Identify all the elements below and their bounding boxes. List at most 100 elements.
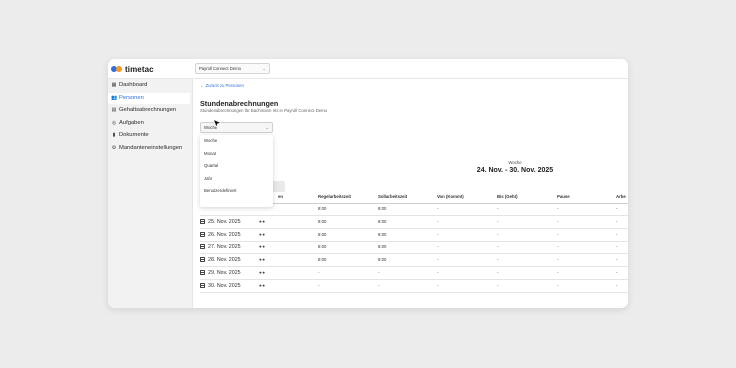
- people-icon: 👥: [111, 95, 118, 101]
- regelarbeitszeit-cell: 8:00: [318, 244, 327, 249]
- table-icon: ▤: [111, 107, 117, 113]
- row-action-icons[interactable]: ●●: [259, 267, 266, 279]
- sollarbeitszeit-cell: 8:00: [378, 219, 387, 224]
- chevron-down-icon: ⌄: [265, 125, 269, 130]
- back-link[interactable]: ← Zurück zu Personen: [200, 83, 244, 88]
- sidebar-item-dashboard[interactable]: ▦ Dashboard: [108, 80, 190, 91]
- arbeitszeit-cell: -: [616, 283, 618, 288]
- chevron-down-icon: ⌄: [262, 66, 266, 71]
- row-action-icons[interactable]: ●●: [259, 241, 266, 253]
- bis-cell: -: [497, 257, 499, 262]
- column-header: en: [278, 194, 284, 199]
- regelarbeitszeit-cell: 8:00: [318, 219, 327, 224]
- sidebar-item-label: Gehaltsabrechnungen: [119, 107, 177, 113]
- sidebar-item-label: Dashboard: [119, 82, 148, 88]
- bis-cell: -: [497, 244, 499, 249]
- row-action-icons[interactable]: ●●: [259, 280, 266, 292]
- regelarbeitszeit-cell: 8:00: [318, 257, 327, 262]
- arbeitszeit-cell: -: [616, 206, 618, 211]
- bis-cell: -: [497, 206, 499, 211]
- column-header: Regelarbeitszeit: [318, 194, 351, 199]
- sidebar-item-mandanteneinstellungen[interactable]: ⚙ Mandanteneinstellungen: [108, 143, 190, 154]
- sidebar-item-label: Dokumente: [119, 132, 149, 138]
- pause-cell: -: [557, 219, 559, 224]
- date-cell: 28. Nov. 2025: [200, 254, 241, 266]
- dropdown-option-benutzerdefiniert[interactable]: Benutzerdefiniert: [200, 185, 273, 198]
- pause-cell: -: [557, 232, 559, 237]
- row-action-icons[interactable]: ●●: [259, 216, 266, 228]
- column-header: Von (Kommt): [437, 194, 464, 199]
- sidebar-item-label: Aufgaben: [119, 120, 144, 126]
- pause-cell: -: [557, 244, 559, 249]
- sidebar-item-personen[interactable]: 👥 Personen: [108, 93, 190, 104]
- table-row[interactable]: 30. Nov. 2025 ●● - - - - - -: [200, 280, 628, 293]
- date-text: 29. Nov. 2025: [208, 270, 241, 276]
- date-cell: 25. Nov. 2025: [200, 216, 241, 228]
- regelarbeitszeit-cell: 8:00: [318, 232, 327, 237]
- logo[interactable]: timetac: [111, 64, 154, 74]
- table-row[interactable]: 27. Nov. 2025 ●● 8:00 8:00 - - - -: [200, 241, 628, 254]
- sidebar-item-aufgaben[interactable]: ◎ Aufgaben: [108, 118, 190, 129]
- table-row[interactable]: 29. Nov. 2025 ●● - - - - - -: [200, 267, 628, 280]
- calendar-icon: [200, 269, 205, 275]
- calendar-icon: [200, 243, 205, 249]
- date-text: 26. Nov. 2025: [208, 232, 241, 238]
- calendar-icon: [200, 282, 205, 288]
- date-cell: 29. Nov. 2025: [200, 267, 241, 279]
- main-content: ← Zurück zu Personen Stundenabrechnungen…: [193, 79, 628, 308]
- von-cell: -: [437, 206, 439, 211]
- gear-icon: ⚙: [111, 145, 117, 151]
- top-bar: timetac Payroll Connect Demo ⌄: [108, 59, 628, 79]
- date-text: 25. Nov. 2025: [208, 219, 241, 225]
- date-text: 30. Nov. 2025: [208, 283, 241, 289]
- sidebar-item-gehaltsabrechnungen[interactable]: ▤ Gehaltsabrechnungen: [108, 105, 190, 116]
- dropdown-option-woche[interactable]: Woche: [200, 135, 273, 148]
- date-text: 27. Nov. 2025: [208, 244, 241, 250]
- company-select[interactable]: Payroll Connect Demo ⌄: [195, 63, 270, 74]
- sollarbeitszeit-cell: -: [378, 270, 380, 275]
- table-row[interactable]: 26. Nov. 2025 ●● 8:00 8:00 - - - -: [200, 229, 628, 242]
- von-cell: -: [437, 257, 439, 262]
- von-cell: -: [437, 232, 439, 237]
- regelarbeitszeit-cell: 8:00: [318, 206, 327, 211]
- dropdown-option-quartal[interactable]: Quartal: [200, 160, 273, 173]
- column-header: Sollarbeitszeit: [378, 194, 408, 199]
- arbeitszeit-cell: -: [616, 219, 618, 224]
- arbeitszeit-cell: -: [616, 270, 618, 275]
- logo-icon: [111, 66, 122, 72]
- company-select-value: Payroll Connect Demo: [199, 66, 241, 71]
- sollarbeitszeit-cell: 8:00: [378, 206, 387, 211]
- sollarbeitszeit-cell: 8:00: [378, 244, 387, 249]
- pause-cell: -: [557, 283, 559, 288]
- dropdown-option-monat[interactable]: Monat: [200, 148, 273, 161]
- arbeitszeit-cell: -: [616, 257, 618, 262]
- date-cell: 30. Nov. 2025: [200, 280, 241, 292]
- check-circle-icon: ◎: [111, 120, 117, 126]
- app-window: timetac Payroll Connect Demo ⌄ ▦ Dashboa…: [108, 59, 628, 308]
- arbeitszeit-cell: -: [616, 244, 618, 249]
- mouse-cursor-icon: [213, 119, 222, 128]
- sidebar-item-label: Mandanteneinstellungen: [119, 145, 183, 151]
- sollarbeitszeit-cell: 8:00: [378, 257, 387, 262]
- page-title: Stundenabrechnungen: [200, 99, 279, 108]
- bis-cell: -: [497, 232, 499, 237]
- row-action-icons[interactable]: ●●: [259, 229, 266, 241]
- pause-cell: -: [557, 270, 559, 275]
- table-row[interactable]: 28. Nov. 2025 ●● 8:00 8:00 - - - -: [200, 254, 628, 267]
- dropdown-option-jahr[interactable]: Jahr: [200, 173, 273, 186]
- date-cell: 26. Nov. 2025: [200, 229, 241, 241]
- bis-cell: -: [497, 283, 499, 288]
- sidebar: ▦ Dashboard 👥 Personen ▤ Gehaltsabrechnu…: [108, 79, 193, 308]
- pause-cell: -: [557, 257, 559, 262]
- calendar-icon: [200, 256, 205, 262]
- date-cell: 27. Nov. 2025: [200, 241, 241, 253]
- calendar-icon: [200, 231, 205, 237]
- sollarbeitszeit-cell: 8:00: [378, 232, 387, 237]
- sidebar-item-dokumente[interactable]: ▮ Dokumente: [108, 130, 190, 141]
- period-select[interactable]: Woche ⌄: [200, 122, 273, 133]
- table-row[interactable]: 25. Nov. 2025 ●● 8:00 8:00 - - - -: [200, 216, 628, 229]
- pause-cell: -: [557, 206, 559, 211]
- row-action-icons[interactable]: ●●: [259, 254, 266, 266]
- column-header: Pause: [557, 194, 570, 199]
- bis-cell: -: [497, 270, 499, 275]
